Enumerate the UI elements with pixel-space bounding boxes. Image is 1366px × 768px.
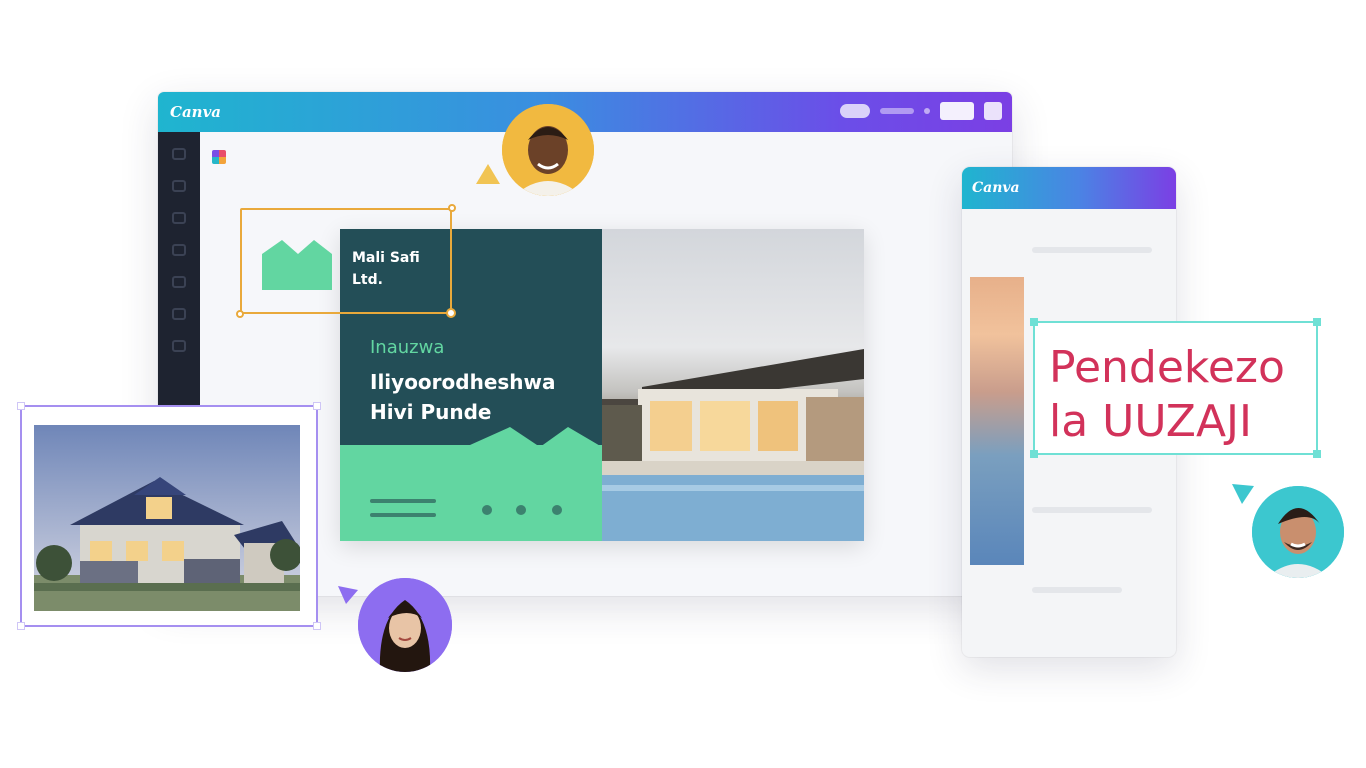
resize-handle[interactable] bbox=[446, 308, 456, 318]
resize-handle[interactable] bbox=[448, 204, 456, 212]
text-icon[interactable] bbox=[172, 244, 186, 256]
file-name-field[interactable] bbox=[880, 108, 914, 114]
more-dot-icon[interactable] bbox=[924, 108, 930, 114]
contact-line bbox=[370, 499, 436, 503]
share-button[interactable] bbox=[940, 102, 974, 120]
collaborator-cursor-icon bbox=[1232, 484, 1254, 504]
colorful-square-icon bbox=[212, 150, 226, 164]
resize-handle[interactable] bbox=[313, 622, 321, 630]
collaborator-cursor-icon bbox=[338, 586, 358, 604]
slide-eyebrow: Inauzwa bbox=[370, 337, 445, 358]
placeholder-line bbox=[1032, 247, 1152, 253]
proposal-text[interactable]: Pendekezo la UUZAJI bbox=[1049, 341, 1317, 449]
proposal-text-box[interactable]: Pendekezo la UUZAJI bbox=[1030, 318, 1321, 458]
company-logo-mark[interactable] bbox=[262, 236, 332, 290]
house-illustration bbox=[34, 425, 300, 611]
placeholder-line bbox=[1032, 507, 1152, 513]
social-icon bbox=[516, 505, 526, 515]
uploads-icon[interactable] bbox=[172, 276, 186, 288]
resize-handle[interactable] bbox=[17, 402, 25, 410]
modern-house-illustration bbox=[602, 349, 864, 541]
download-button[interactable] bbox=[984, 102, 1002, 120]
resize-handle[interactable] bbox=[1030, 318, 1038, 326]
man-portrait bbox=[502, 104, 594, 196]
mobile-sunset-image bbox=[970, 277, 1024, 565]
avatar-man-teal[interactable] bbox=[1252, 486, 1344, 578]
photos-icon[interactable] bbox=[172, 212, 186, 224]
elements-icon[interactable] bbox=[172, 180, 186, 192]
man-portrait bbox=[1252, 486, 1344, 578]
social-icon bbox=[482, 505, 492, 515]
top-bar-controls bbox=[840, 102, 1002, 120]
house-photo-card[interactable] bbox=[17, 402, 321, 630]
resize-handle[interactable] bbox=[1313, 318, 1321, 326]
resize-handle[interactable] bbox=[313, 402, 321, 410]
placeholder-line bbox=[1032, 587, 1122, 593]
more-icon[interactable] bbox=[172, 340, 186, 352]
resize-handle[interactable] bbox=[236, 310, 244, 318]
modern-house-photo bbox=[602, 229, 864, 541]
mint-footer-band bbox=[340, 445, 602, 541]
social-icon bbox=[552, 505, 562, 515]
house-photo bbox=[34, 425, 300, 611]
canva-logo[interactable]: Canva bbox=[972, 180, 1020, 196]
woman-portrait bbox=[358, 578, 452, 672]
mobile-top-bar: Canva bbox=[962, 167, 1176, 209]
resize-handle[interactable] bbox=[1313, 450, 1321, 458]
avatar-woman-purple[interactable] bbox=[358, 578, 452, 672]
resize-handle[interactable] bbox=[1030, 450, 1038, 458]
templates-icon[interactable] bbox=[172, 148, 186, 160]
collaborator-cursor-icon bbox=[476, 164, 500, 184]
slide-headline: Iliyoorodheshwa Hivi Punde bbox=[370, 370, 556, 424]
contact-line bbox=[370, 513, 436, 517]
folders-icon[interactable] bbox=[172, 308, 186, 320]
canva-logo[interactable]: Canva bbox=[170, 103, 221, 121]
avatar-man-yellow[interactable] bbox=[502, 104, 594, 196]
undo-redo-control[interactable] bbox=[840, 104, 870, 118]
resize-handle[interactable] bbox=[17, 622, 25, 630]
